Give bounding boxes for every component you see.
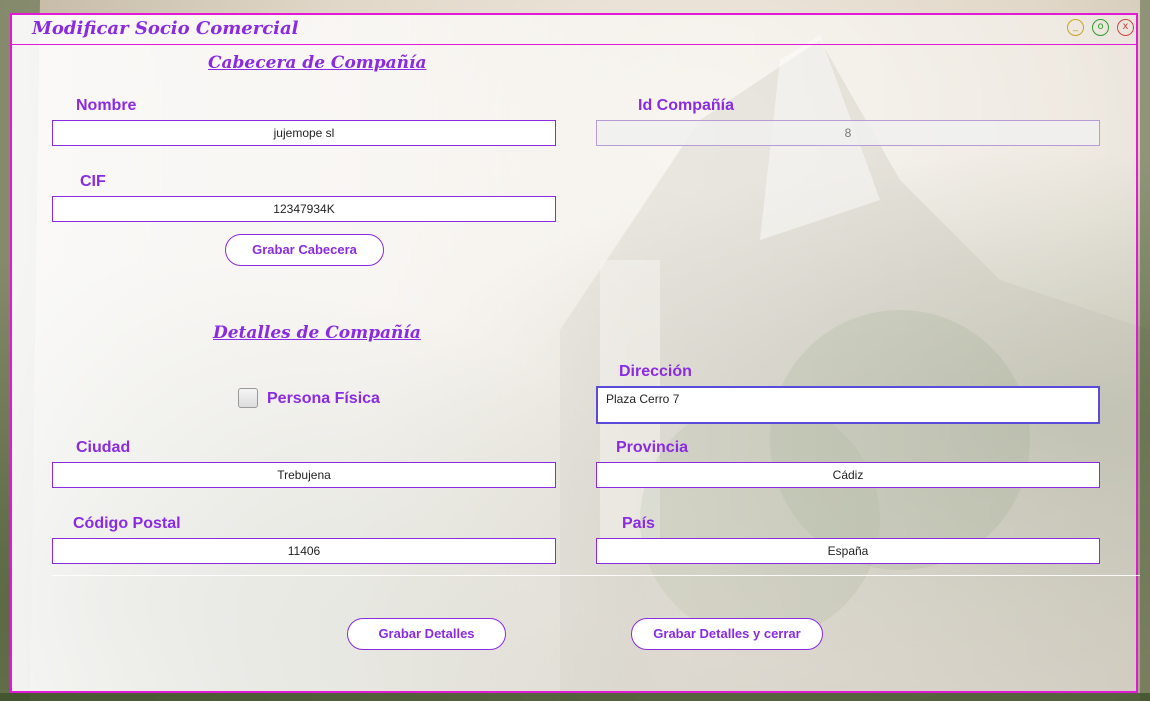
dialog-window: Modificar Socio Comercial _ o x Cabecera… — [10, 13, 1140, 693]
provincia-field[interactable] — [596, 462, 1100, 488]
details-section-title: Detalles de Compañía — [213, 323, 421, 343]
maximize-button[interactable]: o — [1092, 19, 1109, 36]
minimize-button[interactable]: _ — [1067, 19, 1084, 36]
id-compania-label: Id Compañía — [638, 97, 735, 114]
pais-label: País — [622, 515, 655, 532]
header-section-title: Cabecera de Compañía — [208, 53, 427, 73]
ciudad-label: Ciudad — [76, 439, 131, 456]
title-bar[interactable]: Modificar Socio Comercial _ o x — [12, 15, 1136, 45]
persona-fisica-checkbox[interactable] — [238, 388, 258, 408]
ciudad-field[interactable] — [52, 462, 556, 488]
grabar-cabecera-button[interactable]: Grabar Cabecera — [225, 234, 384, 266]
cif-label: CIF — [80, 173, 106, 190]
pais-field[interactable] — [596, 538, 1100, 564]
close-button[interactable]: x — [1117, 19, 1134, 36]
direccion-label: Dirección — [619, 363, 692, 380]
cif-field[interactable] — [52, 196, 556, 222]
codigo-postal-field[interactable] — [52, 538, 556, 564]
window-title: Modificar Socio Comercial — [32, 18, 299, 39]
grabar-detalles-cerrar-button[interactable]: Grabar Detalles y cerrar — [631, 618, 823, 650]
nombre-label: Nombre — [76, 97, 137, 114]
nombre-field[interactable] — [52, 120, 556, 146]
divider — [52, 575, 1140, 576]
direccion-field[interactable] — [596, 386, 1100, 424]
grabar-detalles-button[interactable]: Grabar Detalles — [347, 618, 506, 650]
id-compania-field — [596, 120, 1100, 146]
codigo-postal-label: Código Postal — [73, 515, 181, 532]
provincia-label: Provincia — [616, 439, 689, 456]
persona-fisica-label: Persona Física — [267, 390, 380, 407]
